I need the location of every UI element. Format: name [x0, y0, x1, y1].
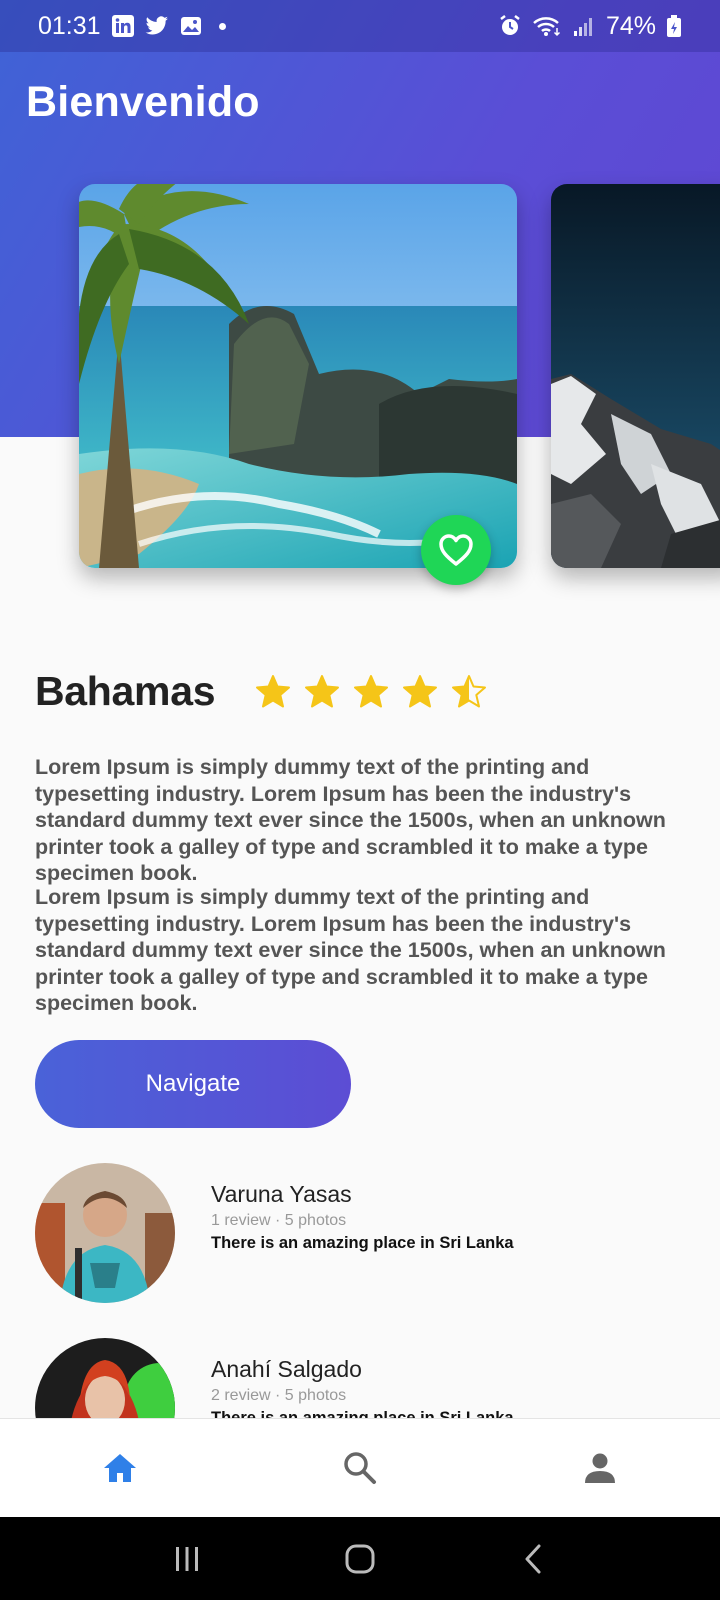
- back-button[interactable]: [508, 1534, 558, 1584]
- review-meta: 1 review · 5 photos: [211, 1212, 347, 1229]
- system-navigation-bar: [0, 1517, 720, 1600]
- status-left: 01:31: [38, 12, 226, 41]
- mountain-photo: [551, 184, 720, 568]
- review-comment: There is an amazing place in Sri Lanka: [211, 1234, 514, 1252]
- star-full-icon: [354, 674, 389, 707]
- tab-home[interactable]: [90, 1438, 150, 1498]
- alarm-icon: [498, 14, 522, 38]
- profile-icon: [585, 1453, 615, 1483]
- rating-stars: [255, 674, 487, 710]
- review-meta: 2 review · 5 photos: [211, 1387, 347, 1404]
- place-name: Bahamas: [35, 668, 216, 714]
- recents-button[interactable]: [162, 1534, 212, 1584]
- status-time: 01:31: [38, 11, 101, 40]
- home-circle-icon: [345, 1544, 375, 1573]
- back-icon: [525, 1544, 541, 1573]
- gallery-icon: [179, 14, 203, 38]
- heart-icon: [439, 534, 473, 566]
- bottom-navigation: [0, 1418, 720, 1517]
- place-card-bahamas[interactable]: [79, 184, 517, 568]
- review-body: Varuna Yasas 1 review · 5 photos There i…: [211, 1163, 514, 1303]
- home-system-button[interactable]: [335, 1534, 385, 1584]
- recents-icon: [175, 1546, 198, 1571]
- star-full-icon: [305, 674, 340, 707]
- review-item[interactable]: Varuna Yasas 1 review · 5 photos There i…: [35, 1163, 514, 1303]
- battery-percent: 74%: [605, 11, 656, 40]
- navigate-button[interactable]: Navigate: [35, 1040, 351, 1128]
- description-paragraph: Lorem Ipsum is simply dummy text of the …: [35, 755, 666, 885]
- star-full-icon: [403, 674, 438, 707]
- battery-icon: [666, 14, 682, 38]
- favorite-button[interactable]: [421, 515, 491, 585]
- search-icon: [344, 1452, 376, 1484]
- page-title: Bienvenido: [26, 78, 260, 126]
- reviewer-name: Varuna Yasas: [211, 1181, 352, 1207]
- status-right: 74%: [498, 12, 682, 41]
- signal-icon: [572, 14, 596, 38]
- description-paragraph: Lorem Ipsum is simply dummy text of the …: [35, 885, 666, 1015]
- place-card-mountain[interactable]: [551, 184, 720, 568]
- wifi-icon: [532, 14, 562, 38]
- avatar: [35, 1163, 175, 1303]
- reviewer-name: Anahí Salgado: [211, 1356, 362, 1382]
- tab-search[interactable]: [330, 1438, 390, 1498]
- status-bar: 01:31 74%: [0, 0, 720, 52]
- home-icon: [104, 1454, 136, 1482]
- twitter-icon: [145, 14, 169, 38]
- notification-dot-icon: [218, 22, 226, 30]
- tab-profile[interactable]: [570, 1438, 630, 1498]
- place-header: Bahamas: [35, 668, 487, 715]
- linkedin-icon: [111, 14, 135, 38]
- beach-photo: [79, 184, 517, 568]
- star-half-icon: [452, 674, 487, 707]
- star-full-icon: [256, 674, 291, 707]
